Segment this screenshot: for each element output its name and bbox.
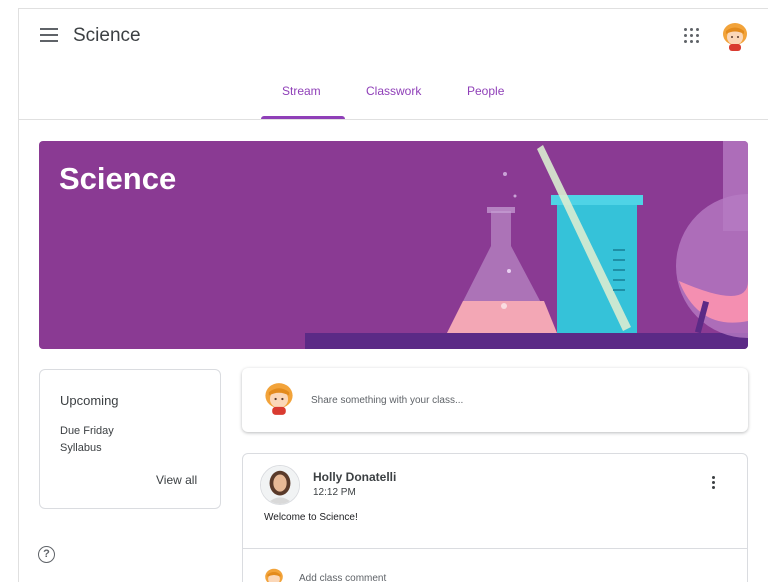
class-banner: Science xyxy=(39,141,748,349)
class-title[interactable]: Science xyxy=(73,25,141,47)
user-avatar xyxy=(265,383,293,415)
apps-grid-icon[interactable] xyxy=(684,28,700,44)
more-vert-icon[interactable] xyxy=(709,476,717,492)
tab-people[interactable]: People xyxy=(467,84,504,98)
share-input-placeholder[interactable]: Share something with your class... xyxy=(311,395,463,406)
tab-stream[interactable]: Stream xyxy=(282,84,321,98)
stream-post: Holly Donatelli 12:12 PM Welcome to Scie… xyxy=(242,453,748,582)
post-time: 12:12 PM xyxy=(313,487,356,498)
author-avatar xyxy=(260,465,300,505)
upcoming-card: Upcoming Due Friday Syllabus View all xyxy=(39,369,221,509)
account-avatar[interactable] xyxy=(722,22,748,52)
help-icon[interactable]: ? xyxy=(38,546,55,563)
tab-classwork[interactable]: Classwork xyxy=(366,84,421,98)
class-tabs: Stream Classwork People xyxy=(18,78,768,120)
comment-user-avatar xyxy=(265,568,283,582)
post-author: Holly Donatelli xyxy=(313,470,397,484)
upcoming-item[interactable]: Syllabus xyxy=(60,442,102,454)
view-all-button[interactable]: View all xyxy=(156,473,197,487)
upcoming-due-text: Due Friday xyxy=(60,425,114,437)
upcoming-title: Upcoming xyxy=(60,393,119,408)
share-with-class-card[interactable]: Share something with your class... xyxy=(242,368,748,432)
hamburger-menu-icon[interactable] xyxy=(40,28,58,42)
post-body: Welcome to Science! xyxy=(264,512,358,523)
banner-title: Science xyxy=(59,161,177,196)
add-comment-input[interactable]: Add class comment xyxy=(299,573,386,582)
post-divider xyxy=(243,548,747,549)
selected-tab-indicator xyxy=(261,116,345,119)
top-app-bar: Science Stream Classwork People xyxy=(18,8,768,120)
